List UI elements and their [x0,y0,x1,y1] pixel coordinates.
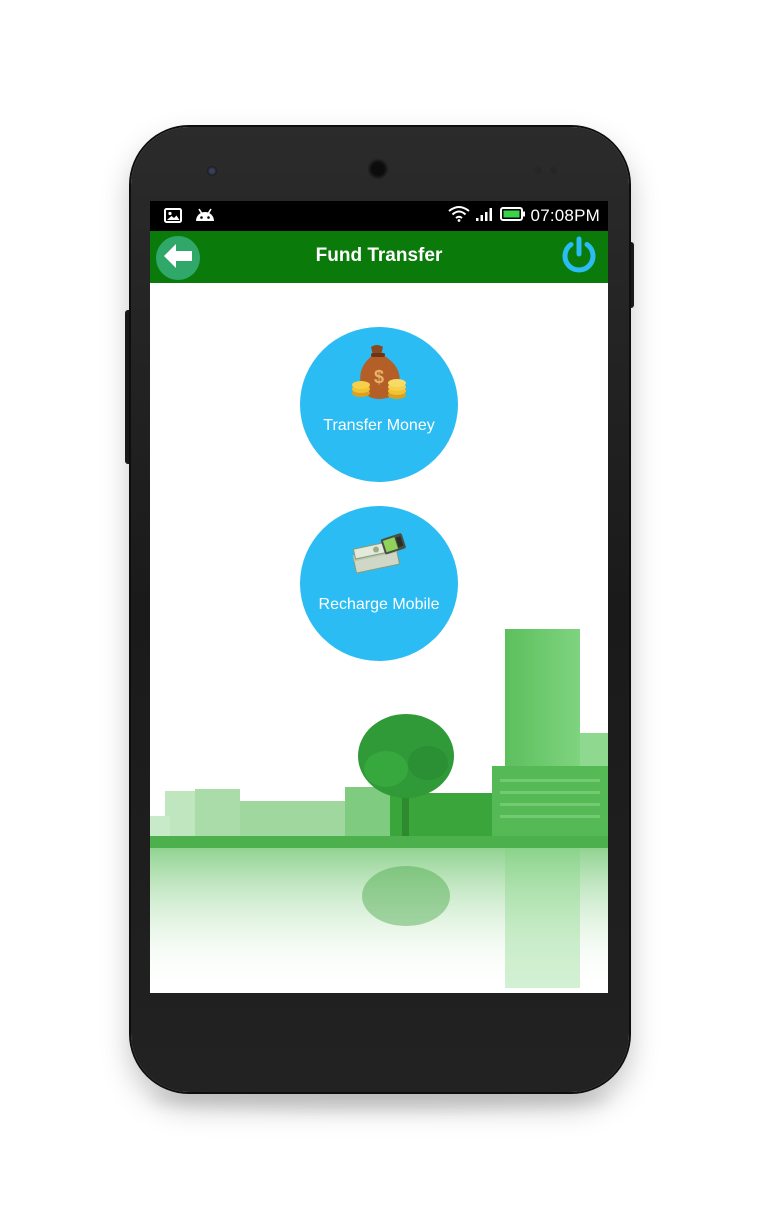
battery-icon [499,206,526,227]
power-icon [559,235,599,280]
signal-icon [475,206,495,227]
gallery-icon [164,207,182,228]
status-bar: 07:08PM [150,201,608,231]
front-camera [207,166,217,176]
recharge-mobile-button[interactable]: Recharge Mobile [300,506,458,661]
wifi-icon [447,205,470,227]
system-icons: 07:08PM [447,205,600,227]
stage: 07:08PM Fund Transfer $ Transfer Money R… [0,0,768,1229]
proximity-sensor [535,167,542,174]
transfer-money-label: Transfer Money [323,417,435,434]
notification-icons [164,207,216,228]
transfer-money-button[interactable]: $ Transfer Money [300,327,458,482]
page-title: Fund Transfer [315,245,443,266]
earpiece-speaker [367,158,389,180]
app-bar: Fund Transfer [150,231,608,283]
screen: 07:08PM Fund Transfer $ Transfer Money R… [150,201,608,993]
recharge-mobile-label: Recharge Mobile [318,596,440,613]
money-bag-icon: $ [351,341,407,406]
svg-text:$: $ [374,367,384,387]
cash-phone-icon [349,532,409,581]
status-time: 07:08PM [530,206,600,225]
logout-button[interactable] [558,236,600,278]
android-icon [194,207,216,228]
light-sensor [550,167,557,174]
